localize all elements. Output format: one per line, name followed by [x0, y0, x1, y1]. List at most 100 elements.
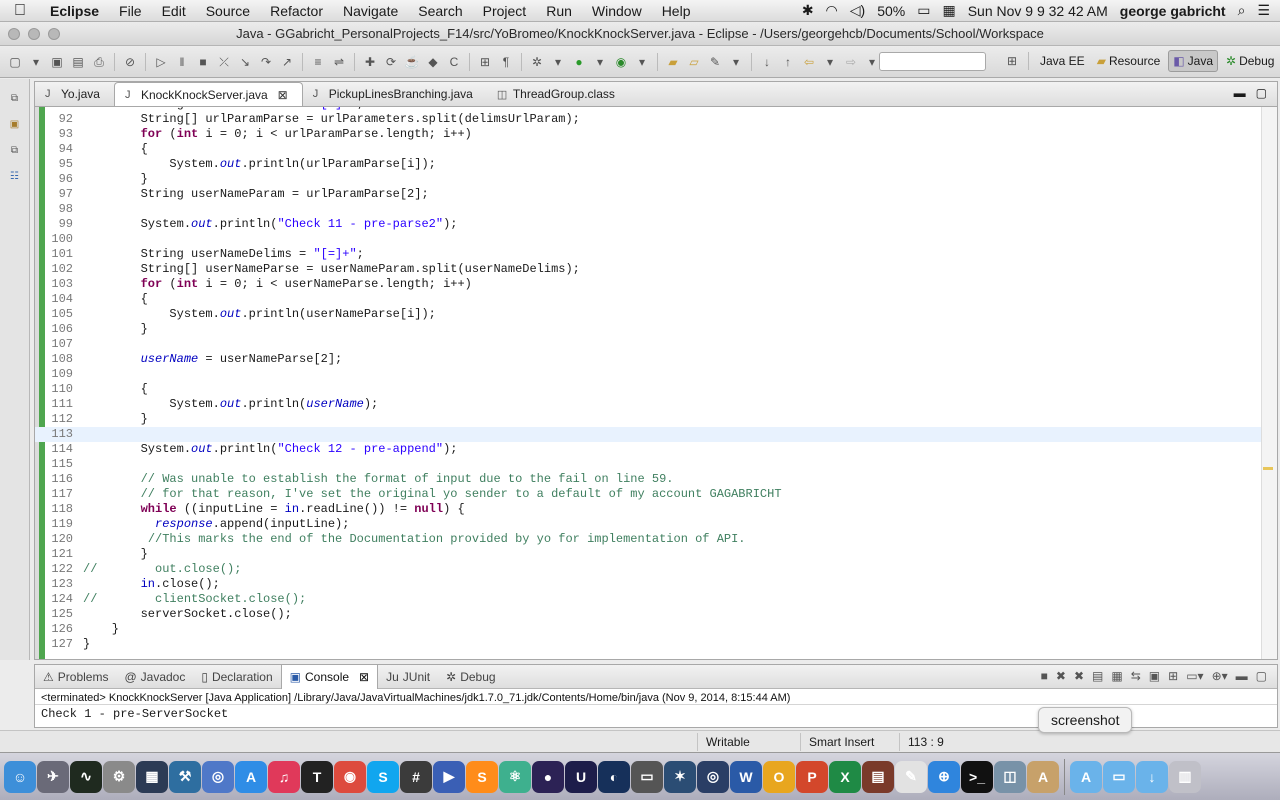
dock-notes-book-icon[interactable]: ▤	[862, 760, 894, 793]
close-tab-icon[interactable]: ⊠	[278, 88, 288, 102]
dock-terminal-icon[interactable]: >_	[961, 760, 993, 793]
restore-icon[interactable]: ⧉	[8, 93, 22, 105]
zoom-window-button[interactable]	[48, 27, 60, 40]
dock-unreal-engine-icon[interactable]: U	[565, 760, 597, 793]
new-class-icon[interactable]: C	[445, 53, 463, 71]
tab-yo-java[interactable]: J Yo.java	[35, 82, 114, 106]
step-over-icon[interactable]: ↷	[257, 53, 275, 71]
toggle-block-selection-icon[interactable]: ⇌	[330, 53, 348, 71]
dock-excel-icon[interactable]: X	[829, 760, 861, 793]
open-task-icon[interactable]: ¶	[497, 53, 515, 71]
code-line[interactable]: 123 in.close();	[35, 577, 1261, 592]
perspective-resource[interactable]: ▰ Resource	[1093, 51, 1165, 71]
search-dropdown-icon[interactable]: ▾	[727, 53, 745, 71]
dock-quicktime-icon[interactable]: ▶	[433, 760, 465, 793]
print-icon[interactable]: ⎙	[90, 53, 108, 71]
code-line[interactable]: 97 String userNameParam = urlParamParse[…	[35, 187, 1261, 202]
forward-icon[interactable]: ⇨	[842, 53, 860, 71]
menu-source[interactable]: Source	[196, 0, 260, 22]
menu-run[interactable]: Run	[536, 0, 582, 22]
display-console-icon[interactable]: ▭▾	[1186, 669, 1203, 683]
battery-icon[interactable]: ▭	[917, 2, 930, 19]
terminate-icon[interactable]: ■	[194, 53, 212, 71]
menu-file[interactable]: File	[109, 0, 152, 22]
menu-refactor[interactable]: Refactor	[260, 0, 333, 22]
code-line[interactable]: 106 }	[35, 322, 1261, 337]
dock-xcode-instruments-icon[interactable]: ⚒	[169, 760, 201, 793]
dock-slack-icon[interactable]: #	[400, 760, 432, 793]
dock-launchpad-icon[interactable]: ✈	[37, 760, 69, 793]
overview-ruler[interactable]	[1261, 107, 1277, 659]
suspend-icon[interactable]: ‖	[173, 53, 191, 71]
pin-console-icon[interactable]: ⊞	[1168, 669, 1178, 683]
code-line[interactable]: 101 String userNameDelims = "[=]+";	[35, 247, 1261, 262]
dock-textedit-icon[interactable]: ✎	[895, 760, 927, 793]
search-tool-icon[interactable]: ✎	[706, 53, 724, 71]
open-console-icon[interactable]: ⊕▾	[1212, 669, 1228, 683]
skip-breakpoints-icon[interactable]: ⊘	[121, 53, 139, 71]
user-name[interactable]: george gabricht	[1120, 3, 1226, 19]
menu-project[interactable]: Project	[473, 0, 537, 22]
debug-launch-icon[interactable]: ✲	[528, 53, 546, 71]
back-dropdown-icon[interactable]: ▾	[821, 53, 839, 71]
minimize-window-button[interactable]	[28, 27, 40, 40]
disconnect-icon[interactable]: ⤫	[215, 53, 233, 71]
code-line[interactable]: 93 for (int i = 0; i < urlParamParse.len…	[35, 127, 1261, 142]
next-annotation-icon[interactable]: ↓	[758, 53, 776, 71]
maximize-icon[interactable]: ▢	[1256, 669, 1267, 683]
dock-finder-icon[interactable]: ☺	[4, 760, 36, 793]
bluetooth-icon[interactable]: ✱	[802, 2, 814, 19]
save-all-icon[interactable]: ▤	[69, 53, 87, 71]
dock-blender-icon[interactable]: ✶	[664, 760, 696, 793]
resume-icon[interactable]: ▷	[152, 53, 170, 71]
previous-annotation-icon[interactable]: ↑	[779, 53, 797, 71]
scroll-lock-icon[interactable]: ▦	[1111, 669, 1122, 683]
code-line[interactable]: 102 String[] userNameParse = userNamePar…	[35, 262, 1261, 277]
dock-app-store-icon[interactable]: A	[235, 760, 267, 793]
dock-screenshot-icon[interactable]: A	[1027, 760, 1059, 793]
dock-trash-icon[interactable]: ▥	[1169, 760, 1201, 793]
code-line[interactable]: 126 }	[35, 622, 1261, 637]
dock-word-icon[interactable]: W	[730, 760, 762, 793]
save-icon[interactable]: ▣	[48, 53, 66, 71]
new-icon[interactable]: ▢	[6, 53, 24, 71]
remove-all-terminated-icon[interactable]: ✖	[1074, 669, 1084, 683]
coverage-icon[interactable]: ◉	[612, 53, 630, 71]
code-line[interactable]: 127}	[35, 637, 1261, 652]
package-explorer-icon[interactable]: ▣	[8, 119, 22, 131]
code-line[interactable]: 113	[35, 427, 1261, 442]
code-area[interactable]: 91 String delimsUrlParam = "[&]+";92 Str…	[35, 107, 1277, 659]
debug-dropdown-icon[interactable]: ▾	[549, 53, 567, 71]
dock-activity-monitor-icon[interactable]: ∿	[70, 760, 102, 793]
dock-applications-folder-icon[interactable]: A	[1070, 760, 1102, 793]
step-return-icon[interactable]: ↗	[278, 53, 296, 71]
tab-console[interactable]: ▣ Console ⊠	[280, 664, 379, 689]
code-line[interactable]: 110 {	[35, 382, 1261, 397]
dock-eclipse-icon[interactable]: ●	[532, 760, 564, 793]
dock-itunes-icon[interactable]: ♫	[268, 760, 300, 793]
tab-problems[interactable]: ⚠ Problems	[35, 665, 116, 689]
code-line[interactable]: 120 //This marks the end of the Document…	[35, 532, 1261, 547]
dock-downloads-folder-icon[interactable]: ↓	[1136, 760, 1168, 793]
code-line[interactable]: 103 for (int i = 0; i < userNameParse.le…	[35, 277, 1261, 292]
tab-junit[interactable]: Ju JUnit	[378, 665, 438, 689]
tab-knockknockserver-java[interactable]: J KnockKnockServer.java ⊠	[113, 82, 303, 106]
new-package-icon[interactable]: ◆	[424, 53, 442, 71]
open-folder-icon[interactable]: ▰	[664, 53, 682, 71]
code-line[interactable]: 107	[35, 337, 1261, 352]
dock-chrome-icon[interactable]: ◉	[334, 760, 366, 793]
notification-center-icon[interactable]: ☰	[1257, 2, 1270, 19]
code-line[interactable]: 105 System.out.println(userNameParse[i])…	[35, 307, 1261, 322]
coverage-dropdown-icon[interactable]: ▾	[633, 53, 651, 71]
dock-safari-icon[interactable]: ⊕	[928, 760, 960, 793]
code-line[interactable]: 124 // clientSocket.close();	[35, 592, 1261, 607]
toggle-mark-occurrences-icon[interactable]: ≡	[309, 53, 327, 71]
code-line[interactable]: 114 System.out.println("Check 12 - pre-a…	[35, 442, 1261, 457]
dock-network-utility-icon[interactable]: ◎	[202, 760, 234, 793]
code-line[interactable]: 100	[35, 232, 1261, 247]
perspective-java-ee[interactable]: Java EE	[1036, 51, 1089, 71]
dock-outlook-icon[interactable]: O	[763, 760, 795, 793]
dock-sublime-text-icon[interactable]: S	[466, 760, 498, 793]
terminate-icon[interactable]: ■	[1041, 669, 1048, 683]
dock-documents-folder-icon[interactable]: ▭	[1103, 760, 1135, 793]
